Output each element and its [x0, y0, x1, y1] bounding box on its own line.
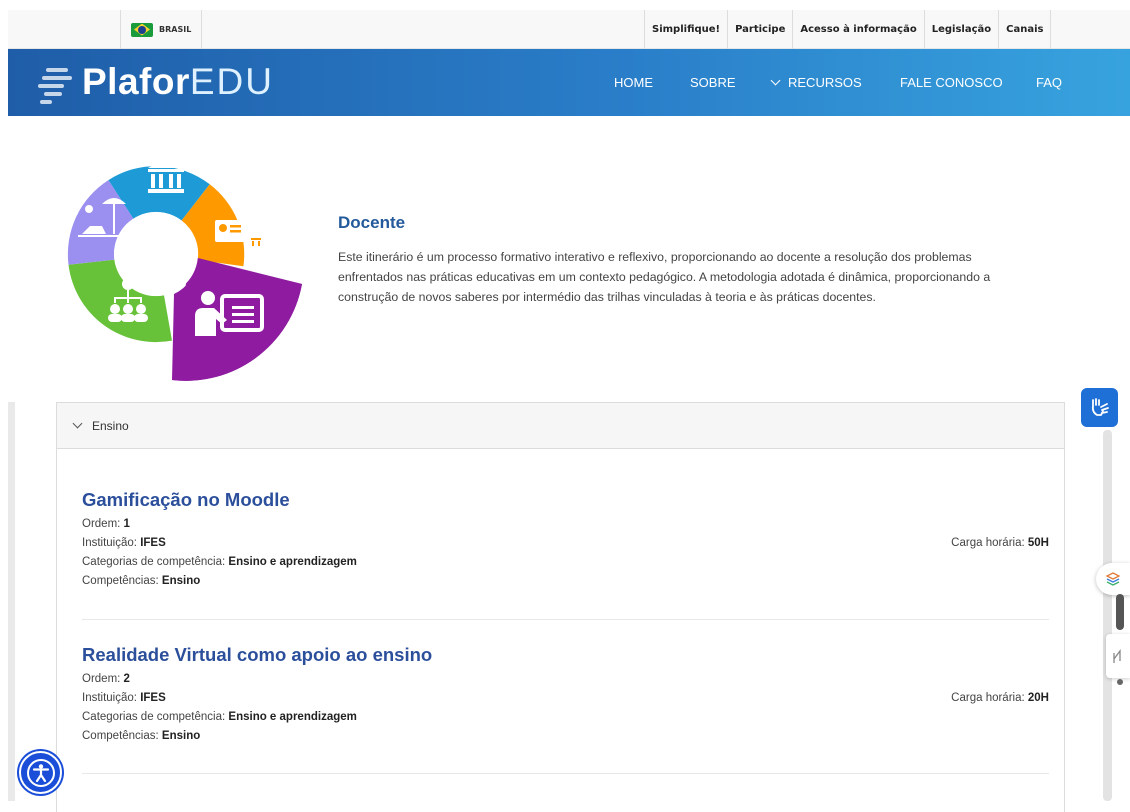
gov-link-simplifique[interactable]: Simplifique! [644, 10, 727, 49]
scroll-indicator-dot [1117, 679, 1123, 685]
course-categorias: Categorias de competência: Ensino e apre… [82, 708, 1049, 727]
gov-brasil-label: BRASIL [159, 25, 192, 34]
floating-tool-button[interactable] [1096, 563, 1130, 595]
gov-link-acesso-informacao[interactable]: Acesso à informação [792, 10, 923, 49]
course-item: Realidade Virtual como apoio ao ensino O… [82, 644, 1049, 746]
course-competencias-value: Ensino [161, 575, 201, 587]
course-divider [82, 773, 1049, 774]
site-header: PlaforEDU HOME SOBRE RECURSOS FALE CONOS… [8, 49, 1130, 116]
accessibility-person-icon [26, 758, 55, 787]
plaforedu-logo[interactable]: PlaforEDU [38, 61, 274, 104]
course-carga-value: 50H [1027, 537, 1049, 549]
logo-edu-text: EDU [189, 61, 274, 102]
stats-icon [1113, 649, 1121, 663]
course-instituicao-value: IFES [140, 537, 166, 549]
logo-main-text: Plafor [82, 61, 190, 102]
course-ordem-value: 2 [123, 673, 130, 685]
chevron-down-icon [73, 421, 82, 430]
course-competencias: Competências: Ensino [82, 727, 1049, 746]
course-instituicao: Instituição: IFES [82, 534, 1049, 553]
nav-sobre[interactable]: SOBRE [690, 75, 736, 90]
gov-link-participe[interactable]: Participe [727, 10, 792, 49]
course-competencias-value: Ensino [161, 730, 201, 742]
nav-recursos-label: RECURSOS [788, 75, 862, 90]
course-item: Gamificação no Moodle Ordem: 1 Instituiç… [82, 489, 1049, 591]
chevron-down-icon [770, 75, 781, 86]
course-title-link[interactable]: Gamificação no Moodle [82, 489, 1049, 511]
floating-side-button[interactable] [1106, 634, 1130, 678]
course-categorias-label: Categorias de competência: [82, 556, 226, 568]
course-instituicao-value: IFES [140, 692, 166, 704]
course-carga-label: Carga horária: [951, 692, 1025, 704]
gov-link-legislacao[interactable]: Legislação [923, 10, 998, 49]
layers-icon [1105, 572, 1121, 586]
course-carga-horaria: Carga horária: 20H [951, 692, 1049, 704]
itinerary-description: Este itinerário é um processo formativo … [338, 250, 991, 304]
sign-language-hands-icon [1091, 397, 1109, 416]
gov-links: Simplifique! Participe Acesso à informaç… [644, 10, 1052, 49]
course-categorias-value: Ensino e aprendizagem [228, 711, 357, 723]
course-divider [82, 619, 1049, 620]
courses-accordion: Ensino Gamificação no Moodle Ordem: 1 In… [56, 402, 1065, 812]
course-categorias: Categorias de competência: Ensino e apre… [82, 553, 1049, 572]
course-title-link[interactable]: Realidade Virtual como apoio ao ensino [82, 644, 1049, 666]
course-competencias: Competências: Ensino [82, 572, 1049, 591]
nav-faq[interactable]: FAQ [1036, 75, 1062, 90]
course-competencias-label: Competências: [82, 575, 159, 587]
course-ordem: Ordem: 2 [82, 670, 1049, 689]
vlibras-button[interactable] [1081, 388, 1118, 427]
gov-brasil-link[interactable]: BRASIL [120, 10, 203, 49]
gov-top-bar: BRASIL Simplifique! Participe Acesso à i… [8, 10, 1130, 49]
course-ordem-value: 1 [123, 518, 130, 530]
nav-recursos[interactable]: RECURSOS [770, 75, 862, 90]
accordion-header-ensino[interactable]: Ensino [57, 403, 1064, 449]
course-instituicao: Instituição: IFES [82, 689, 1049, 708]
course-categorias-value: Ensino e aprendizagem [228, 556, 357, 568]
gov-link-canais[interactable]: Canais [998, 10, 1052, 49]
left-scrollbar[interactable] [8, 402, 15, 801]
course-carga-value: 20H [1027, 692, 1049, 704]
nav-fale-conosco[interactable]: FALE CONOSCO [900, 75, 1003, 90]
course-ordem: Ordem: 1 [82, 515, 1049, 534]
itinerary-wheel [67, 158, 302, 381]
course-competencias-label: Competências: [82, 730, 159, 742]
logo-lines-icon [38, 62, 72, 104]
right-scroll-track[interactable] [1103, 430, 1112, 801]
accordion-section-label: Ensino [92, 418, 129, 433]
course-categorias-label: Categorias de competência: [82, 711, 226, 723]
course-ordem-label: Ordem: [82, 673, 121, 685]
course-instituicao-label: Instituição: [82, 692, 137, 704]
itinerary-title: Docente [338, 213, 406, 232]
nav-home[interactable]: HOME [614, 75, 653, 90]
right-scroll-thumb[interactable] [1116, 594, 1124, 630]
course-instituicao-label: Instituição: [82, 537, 137, 549]
brazil-flag-icon [131, 22, 153, 37]
course-carga-horaria: Carga horária: 50H [951, 537, 1049, 549]
course-ordem-label: Ordem: [82, 518, 121, 530]
logo-text: PlaforEDU [82, 61, 274, 103]
accessibility-button[interactable] [19, 751, 62, 794]
course-carga-label: Carga horária: [951, 537, 1025, 549]
